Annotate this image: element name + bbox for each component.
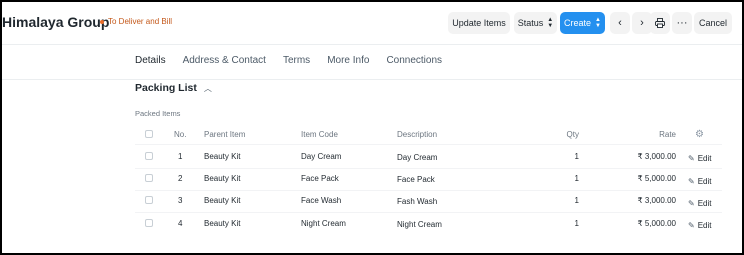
create-button-label: Create: [564, 18, 592, 28]
page-header: Himalaya Group To Deliver and Bill Updat…: [2, 2, 742, 45]
pencil-icon: ✎: [688, 199, 695, 208]
status-dot-icon: [100, 19, 104, 24]
row-edit-button[interactable]: ✎ Edit: [688, 199, 712, 208]
row-item-code[interactable]: Day Cream: [301, 152, 341, 161]
more-horizontal-icon: ···: [676, 17, 688, 29]
row-parent-item[interactable]: Beauty Kit: [204, 152, 240, 161]
previous-record-button[interactable]: ‹: [610, 12, 630, 34]
status-dropdown-button[interactable]: Status ▲ ▼: [514, 12, 557, 34]
tabs-divider: [2, 79, 742, 80]
select-all-checkbox[interactable]: [145, 130, 153, 138]
row-description[interactable]: Day Cream: [397, 153, 437, 162]
tab-address-contact[interactable]: Address & Contact: [183, 55, 266, 80]
row-description[interactable]: Face Pack: [397, 175, 435, 184]
form-tabs: Details Address & Contact Terms More Inf…: [135, 55, 459, 80]
row-parent-item[interactable]: Beauty Kit: [204, 219, 240, 228]
settings-gear-icon[interactable]: ⚙: [695, 129, 704, 140]
row-edit-button[interactable]: ✎ Edit: [688, 221, 712, 230]
row-checkbox[interactable]: [145, 196, 153, 204]
row-rate[interactable]: ₹ 3,000.00: [602, 152, 676, 161]
chevron-up-icon: ︿: [203, 83, 212, 93]
cancel-button-label: Cancel: [698, 18, 727, 28]
row-qty[interactable]: 1: [522, 196, 579, 205]
row-parent-item[interactable]: Beauty Kit: [204, 196, 240, 205]
edit-label: Edit: [697, 154, 712, 163]
updown-caret-icon: ▲ ▼: [595, 17, 601, 29]
column-header-no: No.: [174, 130, 187, 139]
column-header-rate: Rate: [659, 130, 676, 139]
pencil-icon: ✎: [688, 177, 695, 186]
chevron-right-icon: ›: [640, 17, 644, 29]
row-item-code[interactable]: Face Wash: [301, 196, 341, 205]
row-checkbox[interactable]: [145, 219, 153, 227]
tab-terms[interactable]: Terms: [283, 55, 310, 80]
page-title: Himalaya Group: [2, 14, 110, 30]
pencil-icon: ✎: [688, 221, 695, 230]
create-dropdown-button[interactable]: Create ▲ ▼: [560, 12, 605, 34]
row-rate[interactable]: ₹ 5,000.00: [602, 219, 676, 228]
column-header-qty: Qty: [566, 130, 579, 139]
row-divider: [135, 212, 722, 213]
tab-more-info[interactable]: More Info: [327, 55, 369, 80]
tab-connections[interactable]: Connections: [386, 55, 442, 80]
update-items-button[interactable]: Update Items: [448, 12, 510, 34]
edit-label: Edit: [697, 221, 712, 230]
packing-list-section-toggle[interactable]: Packing List ︿: [135, 82, 212, 94]
row-edit-button[interactable]: ✎ Edit: [688, 177, 712, 186]
row-rate[interactable]: ₹ 3,000.00: [602, 196, 676, 205]
packed-items-label: Packed Items: [135, 109, 181, 118]
print-button[interactable]: [650, 12, 670, 34]
row-edit-button[interactable]: ✎ Edit: [688, 154, 712, 163]
tab-details[interactable]: Details: [135, 55, 166, 80]
row-item-code[interactable]: Night Cream: [301, 219, 346, 228]
row-description[interactable]: Fash Wash: [397, 197, 437, 206]
row-no: 2: [178, 174, 183, 183]
edit-label: Edit: [697, 177, 712, 186]
status-button-label: Status: [517, 18, 544, 28]
row-no: 3: [178, 196, 183, 205]
row-divider: [135, 144, 722, 145]
section-title: Packing List: [135, 82, 197, 94]
row-divider: [135, 168, 722, 169]
row-description[interactable]: Night Cream: [397, 220, 442, 229]
row-checkbox[interactable]: [145, 174, 153, 182]
row-divider: [135, 190, 722, 191]
status-text: To Deliver and Bill: [108, 17, 173, 26]
row-item-code[interactable]: Face Pack: [301, 174, 339, 183]
edit-label: Edit: [697, 199, 712, 208]
printer-icon: [655, 18, 665, 28]
next-record-button[interactable]: ›: [632, 12, 652, 34]
pencil-icon: ✎: [688, 154, 695, 163]
row-qty[interactable]: 1: [522, 152, 579, 161]
row-qty[interactable]: 1: [522, 219, 579, 228]
cancel-button[interactable]: Cancel: [694, 12, 732, 34]
sales-order-form: Himalaya Group To Deliver and Bill Updat…: [2, 2, 742, 253]
update-items-label: Update Items: [452, 18, 506, 28]
more-actions-button[interactable]: ···: [672, 12, 692, 34]
chevron-left-icon: ‹: [618, 17, 622, 29]
row-qty[interactable]: 1: [522, 174, 579, 183]
updown-caret-icon: ▲ ▼: [547, 17, 554, 29]
column-header-description: Description: [397, 130, 438, 139]
row-checkbox[interactable]: [145, 152, 153, 160]
row-rate[interactable]: ₹ 5,000.00: [602, 174, 676, 183]
row-no: 1: [178, 152, 183, 161]
row-no: 4: [178, 219, 183, 228]
column-header-parent-item: Parent Item: [204, 130, 246, 139]
status-indicator: To Deliver and Bill: [100, 17, 172, 26]
column-header-item-code: Item Code: [301, 130, 338, 139]
row-parent-item[interactable]: Beauty Kit: [204, 174, 240, 183]
